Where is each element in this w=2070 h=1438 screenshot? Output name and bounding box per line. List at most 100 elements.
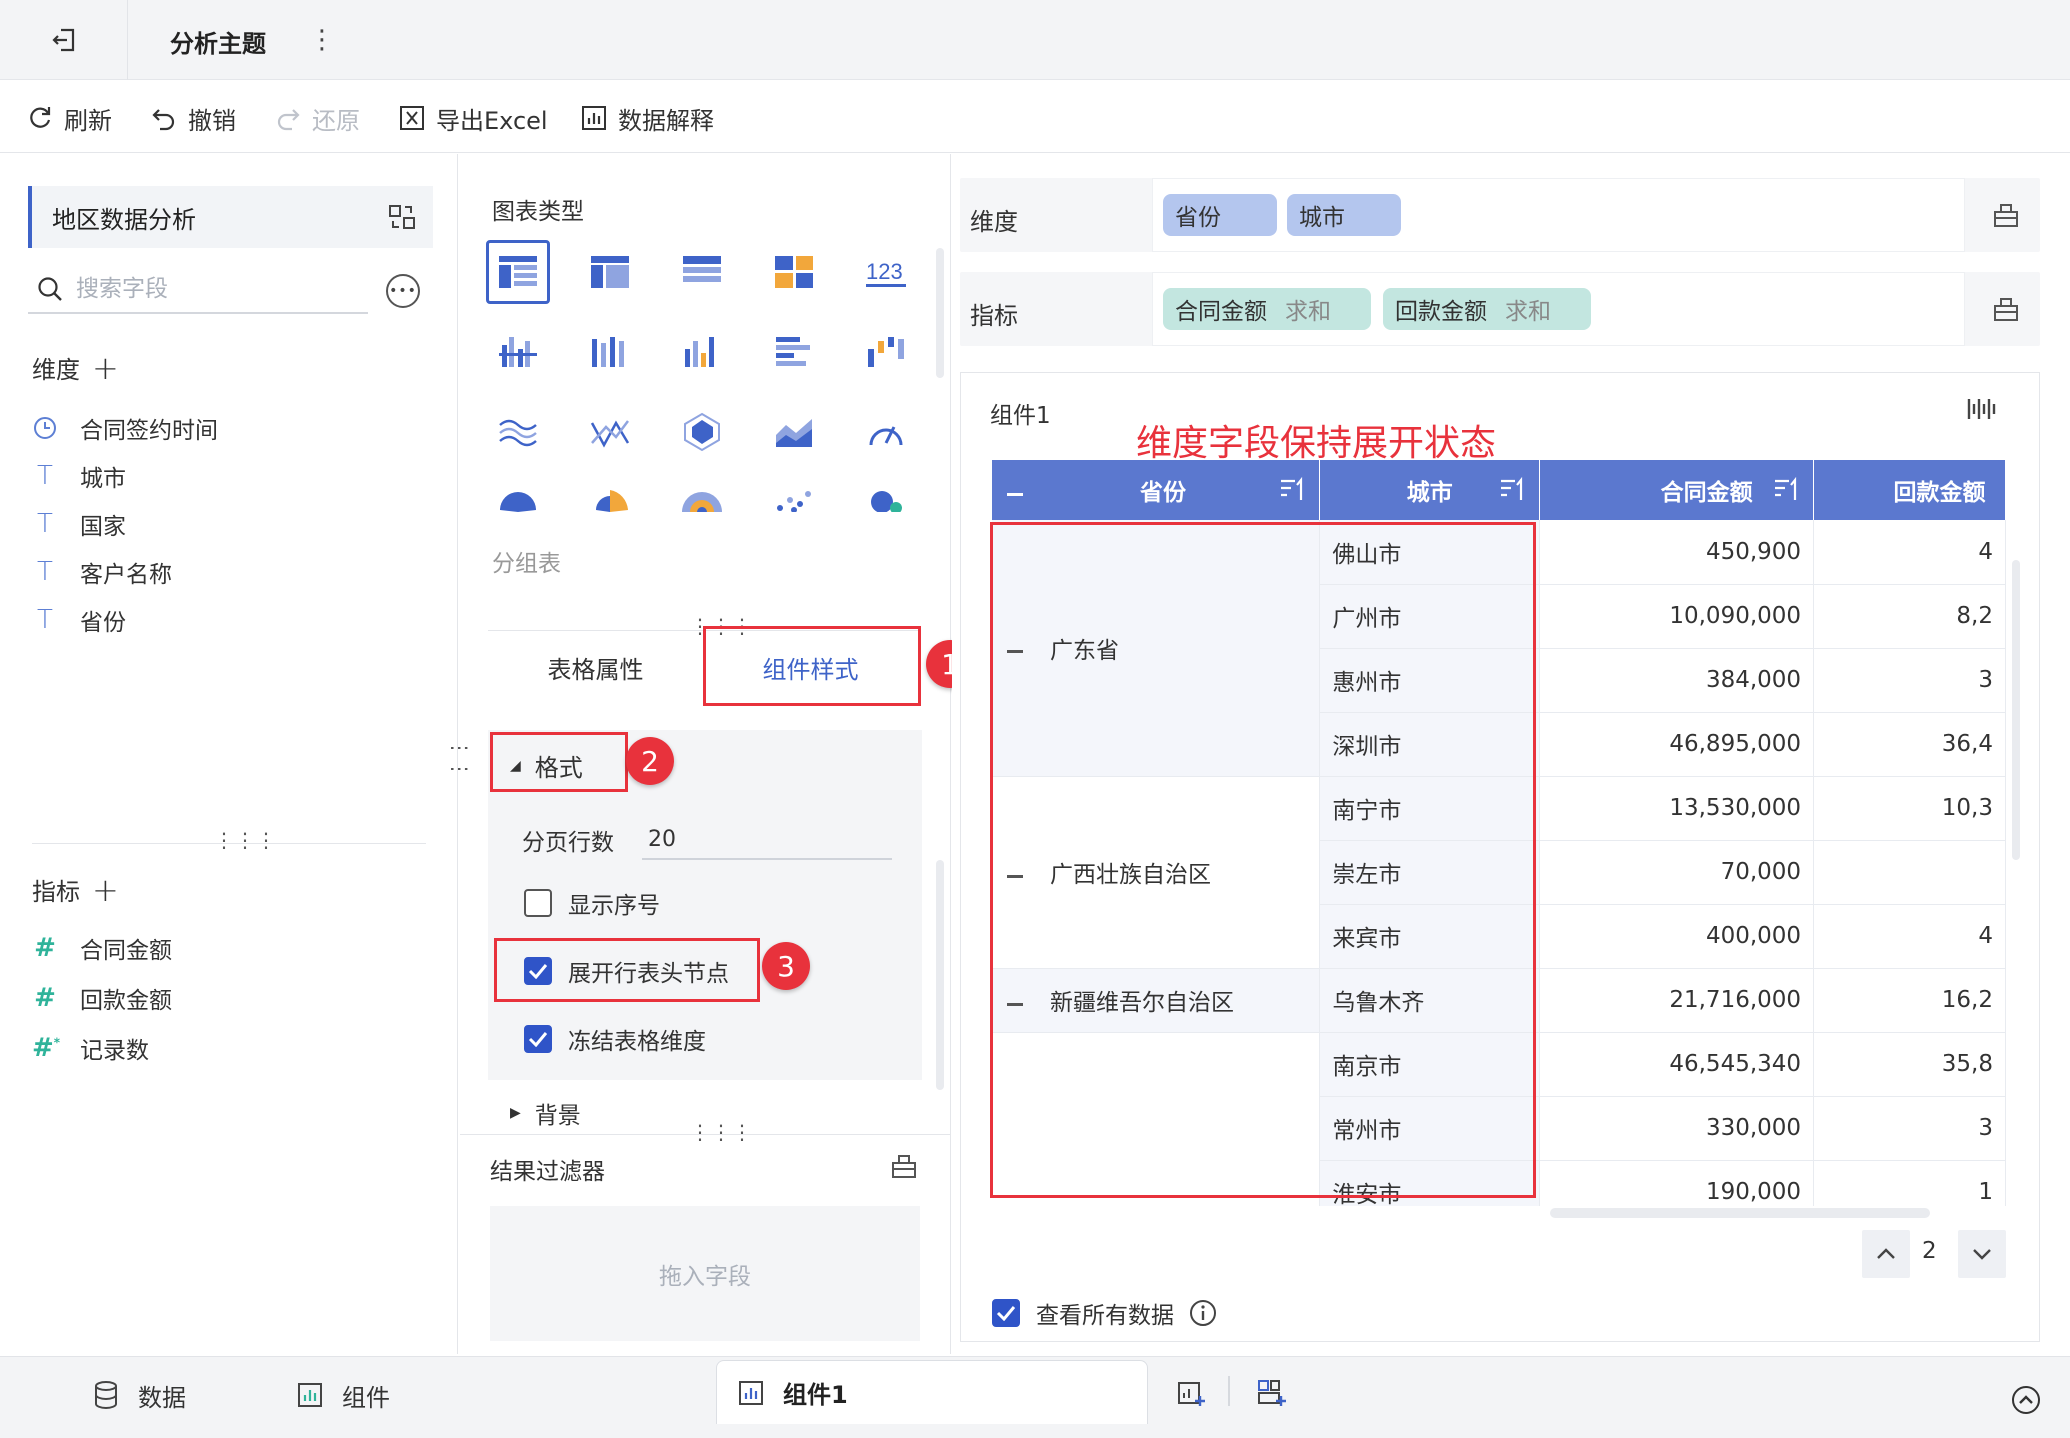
sort-icon[interactable] xyxy=(1279,476,1307,504)
field-item[interactable]: #* 记录数 xyxy=(32,1028,149,1068)
style-scrollbar[interactable] xyxy=(936,860,944,1090)
amount-cell: 46,895,000 xyxy=(1539,712,1815,777)
exit-icon xyxy=(51,28,74,52)
background-section-header[interactable]: ▶ 背景 xyxy=(510,1096,581,1130)
field-item[interactable]: T 国家 xyxy=(32,504,126,544)
amount-cell: 21,716,000 xyxy=(1539,968,1815,1033)
bubble-chart-icon[interactable] xyxy=(854,480,918,520)
refresh-button[interactable]: 刷新 xyxy=(26,100,112,136)
radar-chart-icon[interactable] xyxy=(670,400,734,464)
header-province[interactable]: 省份 xyxy=(992,460,1321,520)
dimension-pill[interactable]: 省份 xyxy=(1163,194,1277,236)
field-search[interactable] xyxy=(28,266,368,314)
filter-drop-zone[interactable]: 拖入字段 xyxy=(490,1206,920,1341)
kpi-card-chart-icon[interactable] xyxy=(762,240,826,304)
dimension-pill[interactable]: 城市 xyxy=(1287,194,1401,236)
add-component-icon[interactable] xyxy=(1176,1378,1206,1408)
back-button[interactable] xyxy=(0,0,128,80)
field-item[interactable]: T 客户名称 xyxy=(32,552,172,592)
waterfall-chart-icon[interactable] xyxy=(854,320,918,384)
component-tab-label: 组件 xyxy=(342,1383,390,1412)
add-metric-icon[interactable]: + xyxy=(92,874,119,906)
more-options-icon[interactable]: ••• xyxy=(386,274,420,308)
grouped-bar-chart-icon[interactable] xyxy=(486,320,550,384)
hash-star-icon: #* xyxy=(32,1033,61,1063)
horizontal-scrollbar[interactable] xyxy=(1550,1208,1930,1218)
rose-chart-icon[interactable] xyxy=(578,480,642,520)
switch-icon[interactable] xyxy=(387,202,417,232)
field-label: 合同金额 xyxy=(80,938,172,964)
tab-table-properties[interactable]: 表格属性 xyxy=(488,631,703,703)
component-tab[interactable]: 组件 xyxy=(296,1372,390,1418)
scatter-chart-icon[interactable] xyxy=(762,480,826,520)
number-chart-icon[interactable]: 123 xyxy=(854,240,918,304)
dimension-drop-zone[interactable]: 省份 城市 xyxy=(1152,178,1965,252)
add-dimension-icon[interactable]: + xyxy=(92,352,119,384)
chart-type-scrollbar[interactable] xyxy=(936,248,944,378)
undo-button[interactable]: 撤销 xyxy=(150,100,236,136)
barcode-icon[interactable] xyxy=(1966,396,1996,422)
dimension-shelf: 维度 省份 城市 xyxy=(960,178,2040,252)
info-icon[interactable] xyxy=(1188,1298,1218,1328)
data-explain-button[interactable]: 数据解释 xyxy=(580,100,714,136)
sort-icon[interactable] xyxy=(1499,476,1527,504)
checkbox-checked[interactable] xyxy=(524,1025,552,1053)
sunburst-chart-icon[interactable] xyxy=(670,480,734,520)
horizontal-bar-chart-icon[interactable] xyxy=(762,320,826,384)
metric-drop-zone[interactable]: 合同金额 求和 回款金额 求和 xyxy=(1152,272,1965,346)
gauge-chart-icon[interactable] xyxy=(854,400,918,464)
lock-icon[interactable] xyxy=(1972,272,2040,346)
chart-explain-icon xyxy=(582,106,606,130)
header-paid-amount[interactable]: 回款金额 xyxy=(1813,460,2006,520)
component-title: 组件1 xyxy=(990,403,1051,429)
area-chart-icon[interactable] xyxy=(762,400,826,464)
lock-icon[interactable] xyxy=(890,1152,918,1180)
cross-table-chart-icon[interactable] xyxy=(578,240,642,304)
resize-handle[interactable]: ⋮⋮⋮ xyxy=(690,1120,753,1144)
metric-pill[interactable]: 回款金额 求和 xyxy=(1383,288,1591,330)
active-component-tab[interactable]: 组件1 xyxy=(716,1360,1148,1424)
panel-resize-handle[interactable]: ⋮⋮ xyxy=(448,738,472,780)
multi-line-chart-icon[interactable] xyxy=(578,400,642,464)
chart-box-icon xyxy=(298,1383,322,1407)
add-dashboard-icon[interactable] xyxy=(1256,1378,1286,1408)
field-item[interactable]: # 合同金额 xyxy=(32,928,172,968)
header-city[interactable]: 城市 xyxy=(1319,460,1541,520)
collapse-panel-icon[interactable] xyxy=(2010,1384,2042,1416)
search-input[interactable] xyxy=(76,276,336,302)
dimension-section-title: 维度 + xyxy=(32,350,119,385)
view-all-data-option[interactable]: 查看所有数据 xyxy=(992,1296,1218,1330)
sort-icon[interactable] xyxy=(1773,476,1801,504)
lock-icon[interactable] xyxy=(1972,178,2040,252)
subject-selector[interactable]: 地区数据分析 xyxy=(28,186,433,248)
pie-chart-icon[interactable] xyxy=(486,480,550,520)
line-chart-icon[interactable] xyxy=(486,400,550,464)
more-vertical-icon[interactable]: ⋮ xyxy=(309,22,335,58)
detail-table-chart-icon[interactable] xyxy=(670,240,734,304)
vertical-scrollbar[interactable] xyxy=(2012,560,2020,860)
page-rows-input[interactable] xyxy=(642,820,892,860)
redo-button[interactable]: 还原 xyxy=(274,100,360,136)
export-excel-button[interactable]: 导出Excel xyxy=(398,100,548,136)
stacked-bar-chart-icon[interactable] xyxy=(578,320,642,384)
data-tab[interactable]: 数据 xyxy=(92,1372,186,1418)
field-item[interactable]: # 回款金额 xyxy=(32,978,172,1018)
field-item[interactable]: T 省份 xyxy=(32,600,126,640)
refresh-label: 刷新 xyxy=(64,106,112,135)
field-item[interactable]: 合同签约时间 xyxy=(32,408,218,448)
checkbox-checked[interactable] xyxy=(992,1299,1020,1327)
column-chart-icon[interactable] xyxy=(670,320,734,384)
page-up-button[interactable] xyxy=(1862,1230,1910,1278)
freeze-dimension-option[interactable]: 冻结表格维度 xyxy=(524,1022,706,1056)
drop-hint: 拖入字段 xyxy=(659,1263,751,1290)
collapse-all-icon[interactable] xyxy=(1006,485,1024,503)
field-item[interactable]: T 城市 xyxy=(32,456,126,496)
field-label: 回款金额 xyxy=(80,988,172,1014)
header-contract-amount[interactable]: 合同金额 xyxy=(1539,460,1815,520)
page-down-button[interactable] xyxy=(1958,1230,2006,1278)
resize-handle[interactable]: ⋮⋮⋮ xyxy=(214,828,277,852)
metric-pill[interactable]: 合同金额 求和 xyxy=(1163,288,1371,330)
grouped-table-chart-icon[interactable] xyxy=(486,240,550,304)
checkbox[interactable] xyxy=(524,889,552,917)
show-index-option[interactable]: 显示序号 xyxy=(524,886,660,920)
